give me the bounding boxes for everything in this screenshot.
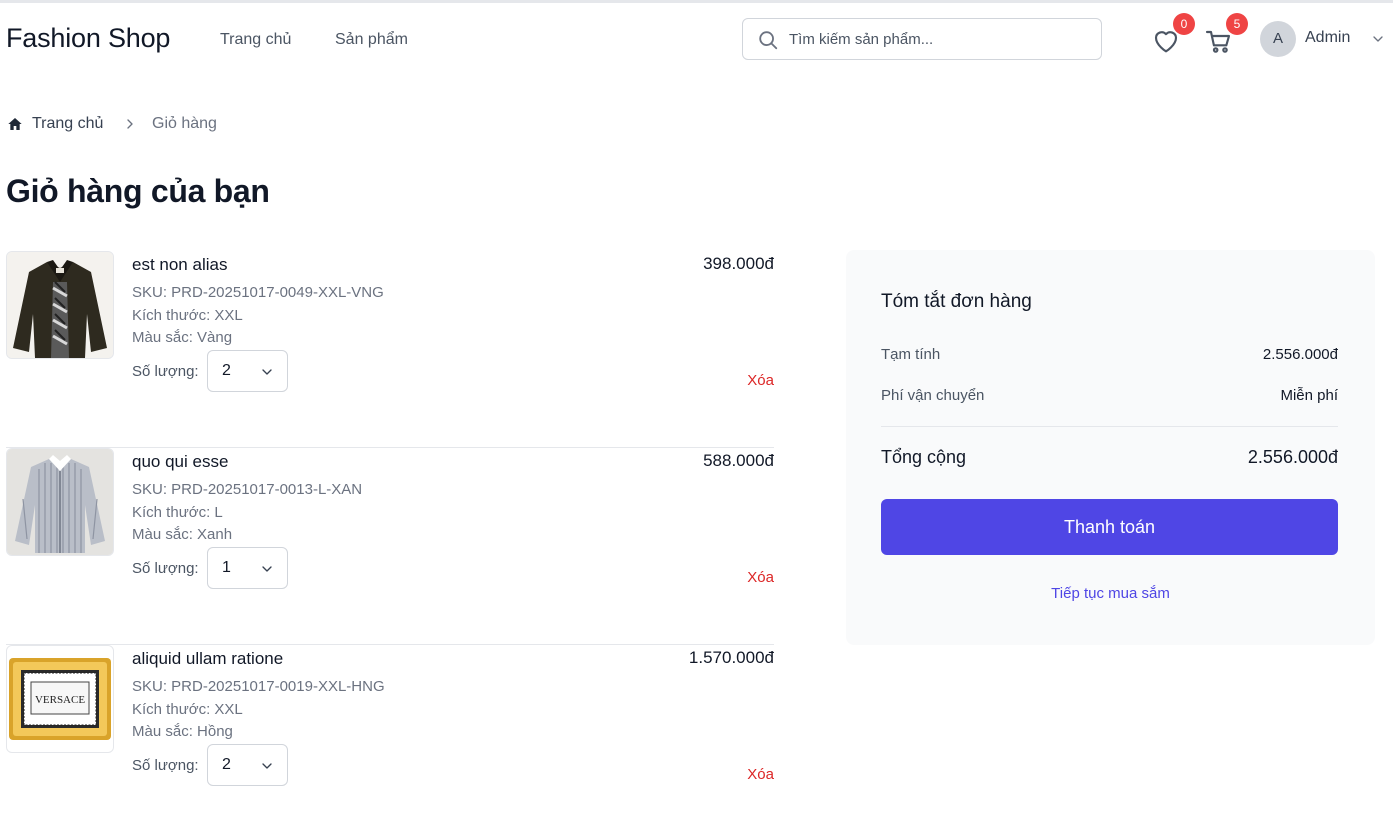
quantity-value: 2 xyxy=(222,362,231,379)
product-sku: SKU: PRD-20251017-0013-L-XAN xyxy=(132,481,363,498)
subtotal-row: Tạm tính 2.556.000đ xyxy=(881,346,1338,368)
breadcrumb-current: Giỏ hàng xyxy=(152,115,217,132)
product-name[interactable]: est non alias xyxy=(132,255,227,275)
order-summary-title: Tóm tắt đơn hàng xyxy=(881,291,1032,312)
product-name[interactable]: quo qui esse xyxy=(132,452,228,472)
dark-jacket-image xyxy=(7,252,113,358)
wishlist-count-badge: 0 xyxy=(1173,13,1195,35)
home-icon xyxy=(8,118,22,130)
product-color: Màu sắc: Vàng xyxy=(132,329,233,346)
product-image[interactable] xyxy=(6,251,114,359)
wishlist-button[interactable]: 0 xyxy=(1150,13,1195,56)
cart-item: est non alias SKU: PRD-20251017-0049-XXL… xyxy=(6,251,774,448)
chevron-right-icon xyxy=(127,119,133,129)
shipping-value: Miễn phí xyxy=(1280,387,1338,404)
remove-item-button[interactable]: Xóa xyxy=(747,766,774,783)
site-header: Fashion Shop Trang chủ Sản phẩm 0 5 A Ad… xyxy=(0,3,1393,75)
product-color: Màu sắc: Xanh xyxy=(132,526,233,543)
avatar: A xyxy=(1260,21,1296,57)
search-icon xyxy=(759,31,778,50)
cart-button[interactable]: 5 xyxy=(1203,13,1248,56)
chevron-down-icon xyxy=(1373,36,1383,42)
product-price: 398.000đ xyxy=(703,254,774,273)
product-color: Màu sắc: Hồng xyxy=(132,723,233,740)
order-summary-panel: Tóm tắt đơn hàng Tạm tính 2.556.000đ Phí… xyxy=(846,250,1375,645)
cart-item: quo qui esse SKU: PRD-20251017-0013-L-XA… xyxy=(6,448,774,645)
striped-shirt-image xyxy=(7,449,113,555)
nav-home-link[interactable]: Trang chủ xyxy=(220,31,291,49)
versace-logo-text: VERSACE xyxy=(35,694,85,706)
product-image[interactable] xyxy=(6,448,114,556)
product-price: 1.570.000đ xyxy=(688,648,774,667)
subtotal-label: Tạm tính xyxy=(881,346,941,363)
shipping-label: Phí vận chuyển xyxy=(881,387,985,404)
product-size: Kích thước: XXL xyxy=(132,701,243,718)
subtotal-value: 2.556.000đ xyxy=(1262,346,1338,363)
remove-item-button[interactable]: Xóa xyxy=(747,569,774,586)
brand-logo[interactable]: Fashion Shop xyxy=(6,23,170,54)
product-price: 588.000đ xyxy=(703,451,774,470)
page-title: Giỏ hàng của bạn xyxy=(6,173,270,209)
quantity-label: Số lượng: xyxy=(132,363,199,380)
product-sku: SKU: PRD-20251017-0049-XXL-VNG xyxy=(132,284,384,301)
chevron-down-icon xyxy=(262,763,272,769)
continue-shopping-link[interactable]: Tiếp tục mua sắm xyxy=(846,585,1375,602)
chevron-down-icon xyxy=(262,566,272,572)
quantity-select[interactable]: 1 xyxy=(207,547,288,589)
quantity-select[interactable]: 2 xyxy=(207,350,288,392)
search-input[interactable] xyxy=(789,19,1094,59)
total-row: Tổng cộng 2.556.000đ xyxy=(881,447,1338,469)
cart-count-badge: 5 xyxy=(1226,13,1248,35)
quantity-value: 1 xyxy=(222,559,231,576)
quantity-label: Số lượng: xyxy=(132,560,199,577)
total-value: 2.556.000đ xyxy=(1247,447,1338,467)
product-sku: SKU: PRD-20251017-0019-XXL-HNG xyxy=(132,678,385,695)
product-name[interactable]: aliquid ullam ratione xyxy=(132,649,283,669)
quantity-label: Số lượng: xyxy=(132,757,199,774)
quantity-select[interactable]: 2 xyxy=(207,744,288,786)
product-size: Kích thước: L xyxy=(132,504,223,521)
total-label: Tổng cộng xyxy=(881,447,967,467)
cart-item: VERSACE aliquid ullam ratione SKU: PRD-2… xyxy=(6,645,774,816)
quantity-value: 2 xyxy=(222,756,231,773)
remove-item-button[interactable]: Xóa xyxy=(747,372,774,389)
shipping-row: Phí vận chuyển Miễn phí xyxy=(881,387,1338,409)
cart-item-list: est non alias SKU: PRD-20251017-0049-XXL… xyxy=(6,251,774,816)
nav-products-link[interactable]: Sản phẩm xyxy=(335,31,408,49)
checkout-button[interactable]: Thanh toán xyxy=(881,499,1338,555)
user-name: Admin xyxy=(1305,29,1351,46)
breadcrumb-home-link[interactable]: Trang chủ xyxy=(32,115,103,133)
search-box xyxy=(742,18,1102,60)
product-image[interactable]: VERSACE xyxy=(6,645,114,753)
summary-divider xyxy=(881,426,1338,427)
versace-tray-image: VERSACE xyxy=(7,646,113,752)
product-size: Kích thước: XXL xyxy=(132,307,243,324)
chevron-down-icon xyxy=(262,369,272,375)
